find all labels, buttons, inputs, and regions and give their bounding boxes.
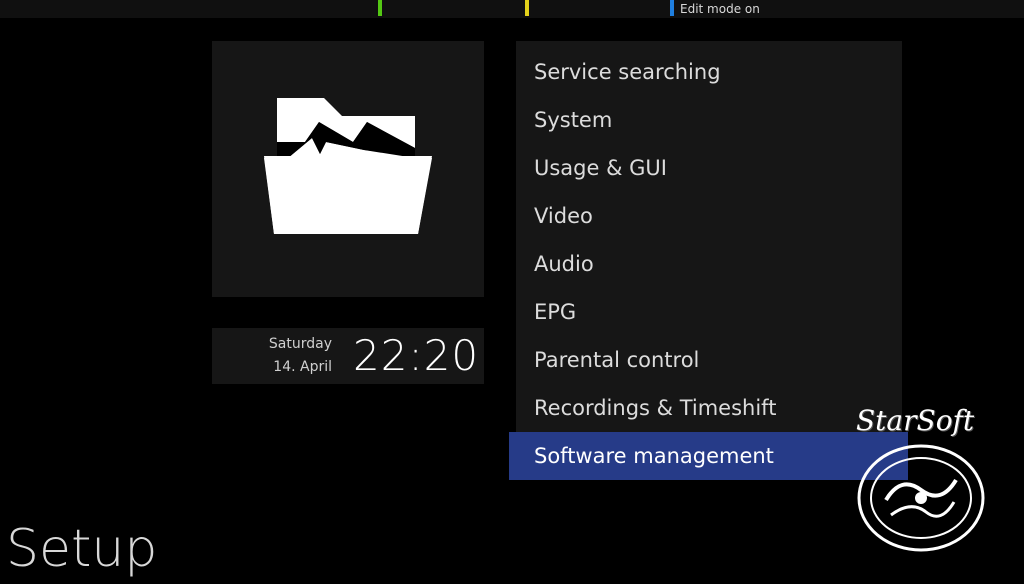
watermark-seal-icon — [857, 444, 985, 552]
blue-key-indicator — [670, 0, 674, 16]
watermark-logo-text: StarSoft — [856, 404, 975, 437]
setup-menu: Service searching System Usage & GUI Vid… — [509, 48, 908, 480]
watermark: StarSoft — [848, 404, 1018, 554]
green-key-indicator — [378, 0, 382, 16]
menu-item-epg[interactable]: EPG — [516, 288, 902, 336]
weekday-label: Saturday — [268, 336, 332, 352]
yellow-key-indicator — [525, 0, 529, 16]
menu-item-audio[interactable]: Audio — [516, 240, 902, 288]
time-display: 22:20 — [353, 331, 480, 380]
edit-mode-hint[interactable]: Edit mode on — [680, 2, 760, 16]
menu-item-parental-control[interactable]: Parental control — [516, 336, 902, 384]
setup-menu-panel: Service searching System Usage & GUI Vid… — [509, 41, 908, 480]
menu-item-system[interactable]: System — [516, 96, 902, 144]
clock-panel: Saturday 14. April 22:20 — [212, 328, 484, 384]
menu-item-recordings-timeshift[interactable]: Recordings & Timeshift — [516, 384, 902, 432]
date-label: 14. April — [273, 359, 332, 375]
menu-item-video[interactable]: Video — [516, 192, 902, 240]
menu-item-service-searching[interactable]: Service searching — [516, 48, 902, 96]
menu-item-usage-gui[interactable]: Usage & GUI — [516, 144, 902, 192]
screen-title: Setup — [6, 519, 158, 579]
folder-icon — [264, 98, 432, 234]
section-icon-panel — [212, 41, 484, 297]
top-color-key-bar: Edit mode on — [0, 0, 1024, 18]
